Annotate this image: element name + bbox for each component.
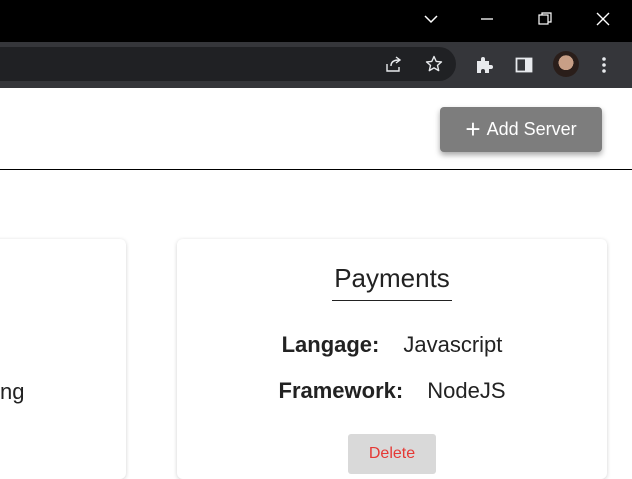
card-partial-text: ng (0, 379, 25, 404)
minimize-button[interactable] (464, 0, 510, 38)
avatar[interactable] (553, 51, 579, 77)
bookmark-button[interactable] (417, 47, 451, 81)
framework-row: Framework: NodeJS (177, 378, 607, 404)
extensions-button[interactable] (467, 48, 501, 82)
menu-icon (602, 57, 606, 73)
browser-toolbar (0, 42, 632, 88)
window-titlebar (0, 0, 632, 42)
language-label: Langage: (281, 332, 380, 357)
delete-button[interactable]: Delete (348, 434, 436, 474)
card-title-text: Payments (332, 263, 452, 301)
framework-label: Framework: (278, 378, 404, 403)
close-window-button[interactable] (580, 0, 626, 38)
side-panel-icon (515, 57, 533, 73)
add-server-button[interactable]: + Add Server (440, 107, 602, 152)
chevron-down-icon (424, 15, 438, 24)
server-card (0, 239, 126, 479)
share-button[interactable] (377, 47, 411, 81)
close-icon (596, 12, 610, 26)
browser-menu-button[interactable] (587, 48, 621, 82)
language-value: Javascript (403, 332, 503, 357)
framework-value: NodeJS (427, 378, 506, 403)
add-server-label: Add Server (486, 119, 577, 139)
share-icon (386, 56, 402, 72)
card-title: Payments (177, 263, 607, 301)
plus-icon: + (465, 113, 481, 144)
language-row: Langage: Javascript (177, 332, 607, 358)
side-panel-button[interactable] (507, 48, 541, 82)
tab-search-button[interactable] (408, 0, 454, 38)
restore-icon (538, 12, 552, 25)
address-bar[interactable] (0, 47, 456, 81)
extensions-icon (477, 57, 493, 73)
minimize-icon (481, 18, 493, 20)
server-card: Payments Langage: Javascript Framework: No… (177, 239, 607, 479)
restore-button[interactable] (522, 0, 568, 38)
star-icon (425, 55, 443, 72)
